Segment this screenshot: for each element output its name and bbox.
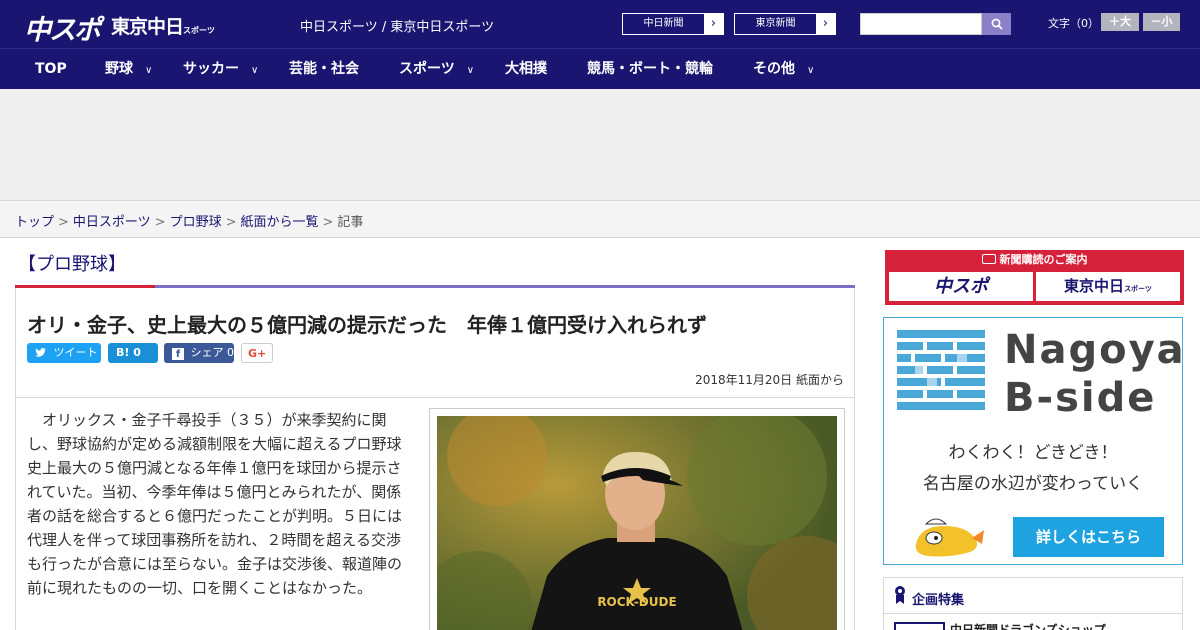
nav-label: TOP <box>35 61 67 77</box>
breadcrumb-separator: > <box>154 215 166 230</box>
top-header: 中スポ 東京中日スポーツ 中日スポーツ / 東京中日スポーツ 中日新聞 › 東京… <box>0 0 1200 48</box>
bside-title-line2: B-side <box>1004 375 1157 421</box>
feature-item-thumbnail[interactable] <box>894 622 945 630</box>
nav-label: サッカー <box>183 61 239 77</box>
chevron-right-icon: › <box>822 16 829 31</box>
nav-item-baseball[interactable]: 野球 ∨ <box>105 49 152 90</box>
brick-wall-icon <box>897 330 985 410</box>
bside-copy-line1: わくわく！どきどき！ <box>948 443 1118 463</box>
chevron-right-icon: › <box>710 16 717 31</box>
site-names: 中日スポーツ / 東京中日スポーツ <box>300 20 495 35</box>
facebook-icon: f <box>172 348 184 360</box>
tokyo-logo-text: 東京中日 <box>111 16 184 38</box>
hatena-bookmark-button[interactable]: B! 0 <box>108 343 158 363</box>
category-heading: 【プロ野球】 <box>18 254 126 275</box>
breadcrumb: トップ > 中日スポーツ > プロ野球 > 紙面から一覧 > 記事 <box>0 200 1200 238</box>
feature-title: 企画特集 <box>912 593 965 608</box>
subscription-banner[interactable]: 新聞購読のご案内 中スポ 東京中日スポーツ <box>885 250 1184 305</box>
subscribe-tokyo-chunichi-button[interactable]: 東京中日スポーツ <box>1036 272 1180 301</box>
subscribe-tokyo-sub: スポーツ <box>1124 285 1152 293</box>
feature-header: 企画特集 <box>884 578 1182 614</box>
feature-item-link[interactable]: 中日新聞ドラゴンズショップ <box>950 621 1106 630</box>
nav-label: その他 <box>753 61 795 77</box>
breadcrumb-separator: > <box>225 215 237 230</box>
article-date: 2018年11月20日 紙面から <box>695 373 844 387</box>
nav-label: 大相撲 <box>505 61 547 77</box>
subscription-title-text: 新聞購読のご案内 <box>999 253 1088 266</box>
tokyo-shimbun-link[interactable]: 東京新聞 › <box>734 13 836 35</box>
nav-label: 競馬・ボート・競輪 <box>587 61 713 77</box>
article-photo-frame: ROCK-DUDE <box>429 408 845 630</box>
breadcrumb-link-print-list[interactable]: 紙面から一覧 <box>241 215 319 230</box>
breadcrumb-current: 記事 <box>337 215 364 230</box>
search-icon <box>991 18 1003 30</box>
player-photo-illustration: ROCK-DUDE <box>437 416 837 630</box>
ribbon-icon <box>895 586 905 604</box>
article-body-box: オリックス・金子千尋投手（３５）が来季契約に関し、野球協約が定める減額制限を大幅… <box>15 398 855 630</box>
google-plus-button[interactable]: G+ <box>241 343 273 363</box>
tweet-label: ツイート <box>53 346 98 359</box>
article-photo[interactable]: ROCK-DUDE <box>437 416 837 630</box>
bside-copy: わくわく！どきどき！ 名古屋の水辺が変わっていく <box>884 438 1182 500</box>
chevron-down-icon: ∨ <box>145 65 153 76</box>
breadcrumb-link-pro-baseball[interactable]: プロ野球 <box>170 215 222 230</box>
breadcrumb-link-top[interactable]: トップ <box>15 215 54 230</box>
breadcrumb-separator: > <box>58 215 69 230</box>
nav-label: スポーツ <box>399 61 455 77</box>
tweet-button[interactable]: ツイート <box>27 343 101 363</box>
chunichi-shimbun-link[interactable]: 中日新聞 › <box>622 13 724 35</box>
chunichi-shimbun-label: 中日新聞 <box>623 14 704 34</box>
search-button[interactable] <box>982 13 1011 35</box>
chevron-down-icon: ∨ <box>251 65 259 76</box>
headline-box: オリ・金子、史上最大の５億円減の提示だった 年俸１億円受け入れられず ツイート … <box>15 288 855 398</box>
font-size-label: 文字（0） <box>1048 17 1099 30</box>
chevron-down-icon: ∨ <box>807 65 815 76</box>
subscribe-tokyo-text: 東京中日 <box>1064 277 1125 295</box>
newspaper-icon <box>981 254 996 264</box>
tokyo-shimbun-label: 東京新聞 <box>735 14 816 34</box>
main-nav: TOP 野球 ∨ サッカー ∨ 芸能・社会 スポーツ ∨ 大相撲 競馬・ボート・競輪 … <box>0 48 1200 89</box>
ebifurai-mascot-icon <box>915 518 984 557</box>
bside-title-line1: Nagoya <box>1004 327 1186 373</box>
nav-item-racing[interactable]: 競馬・ボート・競輪 <box>587 49 713 90</box>
tokyo-chunichi-logo[interactable]: 東京中日スポーツ <box>111 12 215 39</box>
tokyo-logo-sub: スポーツ <box>183 26 215 35</box>
nav-item-others[interactable]: その他 ∨ <box>753 49 814 90</box>
facebook-share-label: シェア 0 <box>190 346 235 359</box>
breadcrumb-link-chunichi-sports[interactable]: 中日スポーツ <box>73 215 151 230</box>
nav-item-sports[interactable]: スポーツ ∨ <box>399 49 474 90</box>
article-body: オリックス・金子千尋投手（３５）が来季契約に関し、野球協約が定める減額制限を大幅… <box>27 411 403 597</box>
font-smaller-button[interactable]: －小 <box>1143 13 1180 31</box>
feature-box: 企画特集 中日新聞ドラゴンズショップ <box>883 577 1183 630</box>
nav-item-entertainment[interactable]: 芸能・社会 <box>289 49 359 90</box>
chuspo-logo[interactable]: 中スポ <box>24 8 101 47</box>
breadcrumb-separator: > <box>322 215 334 230</box>
bside-copy-line2: 名古屋の水辺が変わっていく <box>922 474 1144 494</box>
nav-item-soccer[interactable]: サッカー ∨ <box>183 49 258 90</box>
nav-item-top[interactable]: TOP <box>35 49 67 90</box>
bside-title: Nagoya B-side <box>1004 326 1186 422</box>
facebook-share-button[interactable]: f シェア 0 <box>164 343 234 363</box>
subscribe-chuspo-button[interactable]: 中スポ <box>889 272 1033 301</box>
chevron-down-icon: ∨ <box>466 65 475 76</box>
bside-details-button[interactable]: 詳しくはこちら <box>1013 517 1164 557</box>
twitter-bird-icon <box>35 348 46 357</box>
ad-banner-area <box>0 89 1200 200</box>
nav-label: 野球 <box>105 61 133 77</box>
font-larger-button[interactable]: ＋大 <box>1101 13 1139 31</box>
article-title: オリ・金子、史上最大の５億円減の提示だった 年俸１億円受け入れられず <box>27 313 707 337</box>
search-input[interactable] <box>860 13 982 35</box>
nav-item-sumo[interactable]: 大相撲 <box>505 49 547 90</box>
subscription-title: 新聞購読のご案内 <box>885 251 1184 267</box>
nagoya-bside-banner[interactable]: Nagoya B-side わくわく！どきどき！ 名古屋の水辺が変わっていく 詳… <box>883 317 1186 565</box>
nav-label: 芸能・社会 <box>289 61 359 77</box>
